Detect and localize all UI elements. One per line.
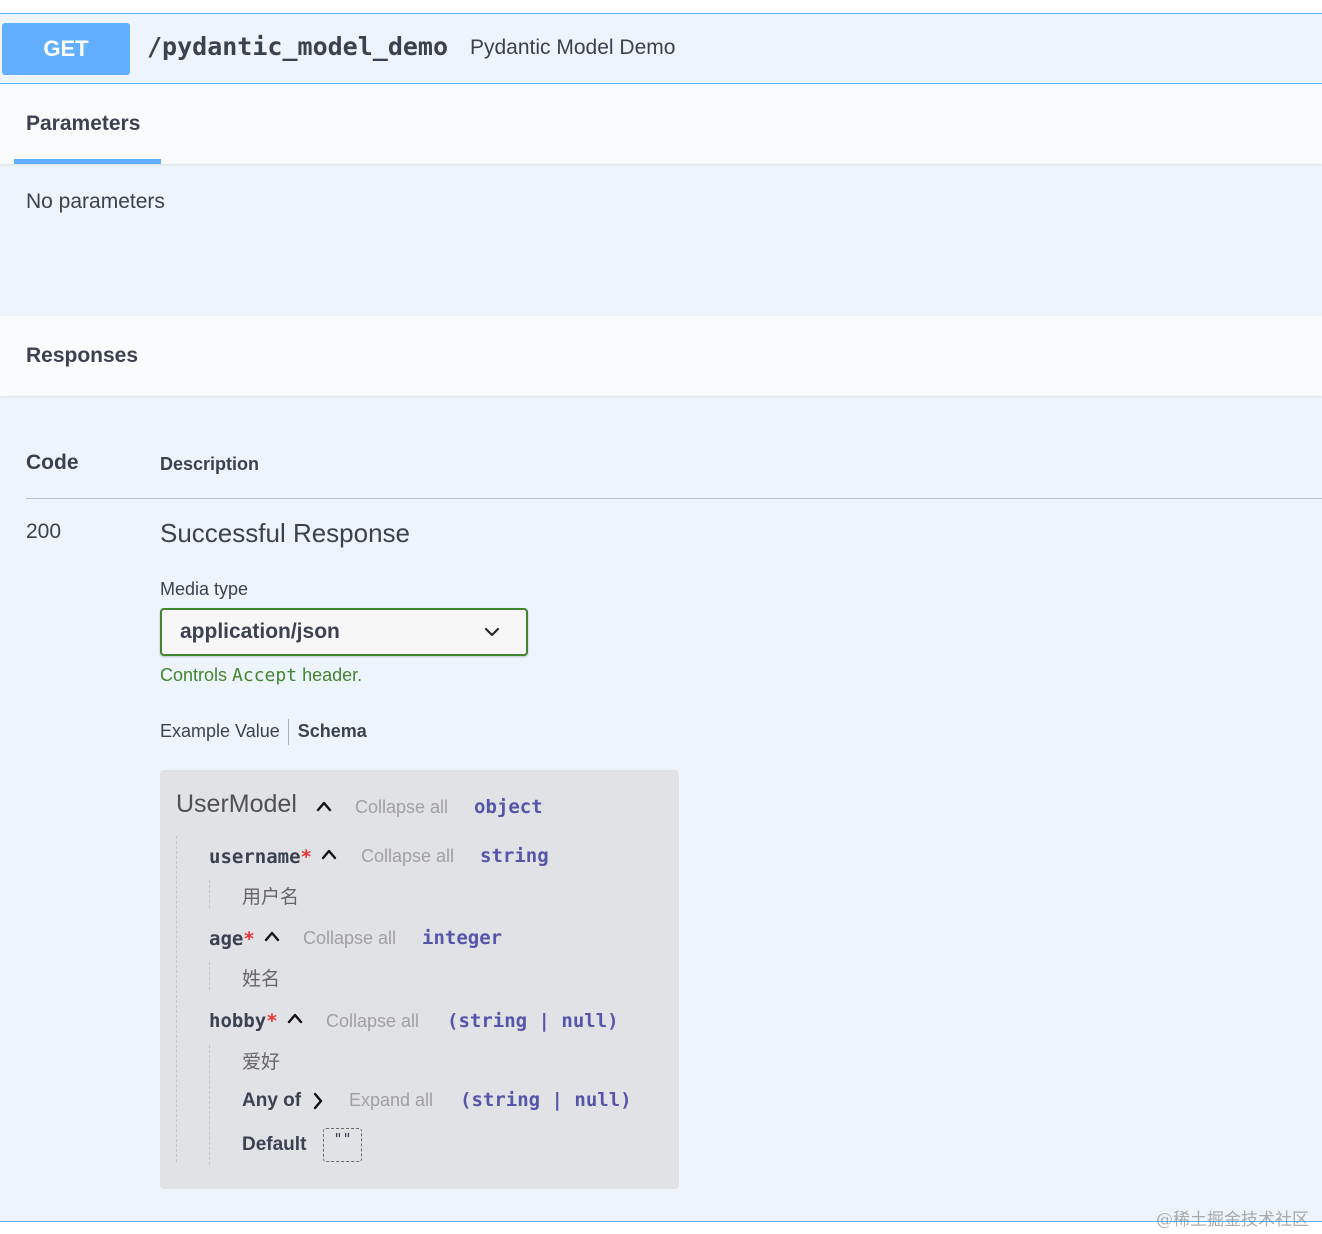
schema-model-box: UserModel Collapse all object username* … [160, 770, 679, 1189]
no-parameters-text: No parameters [26, 190, 165, 213]
tab-parameters[interactable]: Parameters [14, 84, 161, 164]
operation-summary[interactable]: GET /pydantic_model_demo Pydantic Model … [0, 14, 1322, 84]
caret-up-icon[interactable] [321, 848, 337, 860]
required-star: * [266, 1010, 278, 1032]
property-guide-line [209, 880, 210, 908]
tab-schema[interactable]: Schema [298, 721, 367, 741]
model-type: object [474, 796, 543, 818]
property-name: hobby* [209, 1010, 278, 1032]
required-star: * [300, 846, 312, 868]
controls-prefix: Controls [160, 665, 233, 685]
any-of-type: (string | null) [460, 1089, 632, 1111]
column-description-header: Description [160, 454, 260, 474]
tab-example-value[interactable]: Example Value [160, 721, 280, 741]
default-label: Default [242, 1134, 307, 1155]
any-of-label: Any of [242, 1090, 302, 1111]
property-guide-line [209, 1045, 210, 1165]
property-description: 用户名 [242, 887, 300, 908]
response-description: Successful Response [160, 518, 411, 548]
property-guide-line [209, 962, 210, 990]
property-name-text: username [209, 846, 301, 868]
property-name-text: age [209, 928, 244, 950]
model-collapse-all[interactable]: Collapse all [355, 797, 448, 818]
property-type: integer [422, 927, 503, 949]
default-value: "" [323, 1128, 362, 1162]
expand-all[interactable]: Expand all [349, 1090, 433, 1111]
property-collapse-all[interactable]: Collapse all [303, 928, 396, 949]
media-type-select[interactable]: application/json [160, 608, 528, 656]
operation-block: GET /pydantic_model_demo Pydantic Model … [0, 13, 1322, 1222]
caret-up-icon[interactable] [287, 1012, 303, 1024]
property-name-text: hobby [209, 1010, 267, 1032]
property-name: age* [209, 928, 255, 950]
tab-parameters-label: Parameters [26, 112, 141, 135]
response-code: 200 [26, 520, 62, 543]
property-collapse-all[interactable]: Collapse all [326, 1011, 419, 1032]
property-type: string [480, 845, 549, 867]
method-badge: GET [2, 23, 130, 75]
property-description: 姓名 [242, 969, 281, 990]
parameters-header: Parameters [0, 84, 1322, 164]
watermark: @稀土掘金技术社区 [1156, 1210, 1309, 1230]
property-collapse-all[interactable]: Collapse all [361, 846, 454, 867]
media-type-value: application/json [180, 620, 340, 643]
responses-title: Responses [26, 344, 139, 367]
property-type: (string | null) [447, 1010, 619, 1032]
controls-accept-code: Accept [232, 665, 298, 686]
media-type-label: Media type [160, 579, 249, 599]
caret-up-icon[interactable] [316, 800, 332, 812]
property-name: username* [209, 846, 312, 868]
controls-suffix: header. [297, 665, 363, 685]
caret-up-icon[interactable] [264, 930, 280, 942]
operation-path: /pydantic_model_demo [147, 32, 449, 61]
model-guide-line [176, 836, 177, 1162]
example-schema-tabs: Example Value Schema [160, 719, 367, 745]
model-name: UserModel [176, 790, 297, 818]
controls-accept-note: Controls Accept header. [160, 665, 362, 686]
table-divider [26, 498, 1322, 499]
column-code-header: Code [26, 451, 79, 474]
responses-header: Responses [0, 316, 1322, 396]
chevron-right-icon[interactable] [312, 1092, 324, 1110]
tab-separator [287, 719, 289, 745]
operation-summary-text: Pydantic Model Demo [470, 36, 676, 59]
required-star: * [243, 928, 255, 950]
property-description: 爱好 [242, 1052, 281, 1073]
chevron-down-icon [484, 627, 500, 637]
